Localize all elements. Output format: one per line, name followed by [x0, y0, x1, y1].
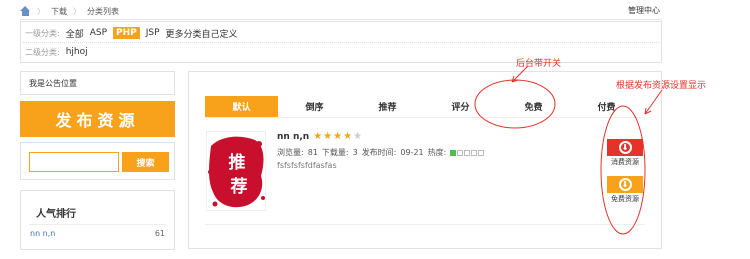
published-label: 发布时间: — [361, 148, 397, 157]
popular-item-count: 61 — [154, 229, 165, 238]
category-php[interactable]: PHP — [113, 27, 140, 39]
resource-thumbnail[interactable]: 推 荐 — [206, 131, 266, 211]
resource-divider — [205, 224, 645, 225]
category-row-divider — [23, 42, 659, 43]
popular-title: 人气排行 — [36, 209, 76, 220]
tab-paid[interactable]: 付费 — [570, 96, 643, 117]
free-resource-button[interactable]: ⬇ 免费资源 — [607, 176, 643, 204]
level2-category-row: 二级分类: hjhoj — [25, 43, 88, 61]
star-icon: ★ — [353, 131, 363, 142]
notice-text: 我是公告位置 — [29, 78, 77, 88]
recommend-stamp-image: 推 荐 — [207, 132, 265, 210]
category-filter-box: 一级分类: 全部 ASP PHP JSP 更多分类自己定义 二级分类: hjho… — [20, 21, 662, 63]
free-resource-label: 免费资源 — [611, 195, 639, 203]
publish-label: 发布资源 — [55, 111, 140, 130]
downloads-value: 3 — [352, 148, 358, 157]
category-jsp[interactable]: JSP — [146, 28, 160, 38]
breadcrumb-item-download[interactable]: 下载 — [51, 6, 67, 17]
level1-label: 一级分类: — [25, 28, 60, 38]
annotation-text-display: 根据发布资源设置显示 — [616, 81, 707, 91]
paid-resource-button[interactable]: ⬇ 消费资源 — [607, 139, 643, 167]
category-more[interactable]: 更多分类自己定义 — [166, 27, 238, 40]
tab-rating[interactable]: 评分 — [424, 96, 497, 117]
search-button-label: 搜索 — [136, 158, 155, 169]
views-label: 浏览量: — [277, 148, 304, 157]
downloads-label: 下载量: — [321, 148, 349, 157]
category-asp[interactable]: ASP — [90, 28, 107, 38]
header-divider — [20, 19, 662, 20]
star-icon: ★ — [343, 131, 353, 142]
annotation-text-switch: 后台带开关 — [516, 59, 562, 69]
resource-list-panel: 默认 倒序 推荐 评分 免费 付费 推 荐 nn n,n ★ ★ ★ ★ ★ 浏览量: … — [188, 71, 662, 249]
tab-reverse[interactable]: 倒序 — [278, 96, 351, 117]
search-input[interactable] — [29, 152, 119, 172]
popular-divider — [29, 224, 166, 225]
paid-resource-label: 消费资源 — [611, 158, 639, 166]
published-value: 09-21 — [400, 148, 424, 157]
heat-label: 热度: — [427, 148, 447, 157]
resource-title-row: nn n,n ★ ★ ★ ★ ★ — [277, 132, 362, 143]
home-icon[interactable] — [20, 6, 31, 16]
resource-meta: 浏览量: 81 下载量: 3 发布时间: 09-21 热度: — [277, 147, 485, 158]
rating-stars: ★ ★ ★ ★ ★ — [313, 132, 362, 142]
heat-square — [471, 149, 478, 156]
category-hjhoj[interactable]: hjhoj — [66, 47, 88, 57]
breadcrumb-item-category-list: 分类列表 — [87, 6, 119, 16]
tab-free[interactable]: 免费 — [497, 96, 570, 117]
star-icon: ★ — [323, 131, 333, 142]
search-box: 搜索 — [20, 142, 175, 180]
popular-ranking-box: 人气排行 nn n,n 61 — [20, 190, 175, 250]
category-all[interactable]: 全部 — [66, 27, 84, 40]
star-icon: ★ — [333, 131, 343, 142]
search-button[interactable]: 搜索 — [122, 152, 169, 172]
publish-resource-button[interactable]: 发布资源 — [20, 101, 175, 137]
level2-label: 二级分类: — [25, 47, 60, 57]
popular-item-name[interactable]: nn n,n — [30, 229, 55, 238]
tab-default[interactable]: 默认 — [205, 96, 278, 117]
heat-indicator — [450, 149, 485, 156]
download-icon: ⬇ — [618, 141, 632, 154]
star-icon: ★ — [313, 131, 323, 142]
heat-square — [457, 149, 464, 156]
heat-square — [464, 149, 471, 156]
heat-square — [478, 149, 485, 156]
breadcrumb: 〉 下载 〉 分类列表 — [20, 4, 119, 18]
level1-category-row: 一级分类: 全部 ASP PHP JSP 更多分类自己定义 — [25, 24, 238, 42]
thumbnail-char-2: 荐 — [230, 176, 248, 197]
resource-name[interactable]: nn n,n — [277, 132, 309, 142]
breadcrumb-separator: 〉 — [37, 6, 45, 16]
tab-recommended[interactable]: 推荐 — [351, 96, 424, 117]
thumbnail-char-1: 推 — [229, 152, 246, 173]
paid-button-box: ⬇ — [607, 139, 643, 156]
sort-tabs: 默认 倒序 推荐 评分 免费 付费 — [205, 96, 645, 118]
breadcrumb-separator: 〉 — [73, 6, 81, 16]
heat-square — [450, 149, 457, 156]
download-icon: ⬇ — [618, 178, 632, 191]
admin-center-link[interactable]: 管理中心 — [628, 5, 660, 16]
resource-description: fsfsfsfsfdfasfas — [277, 161, 337, 170]
notice-box: 我是公告位置 — [20, 71, 175, 95]
free-button-box: ⬇ — [607, 176, 643, 193]
views-value: 81 — [307, 148, 318, 157]
